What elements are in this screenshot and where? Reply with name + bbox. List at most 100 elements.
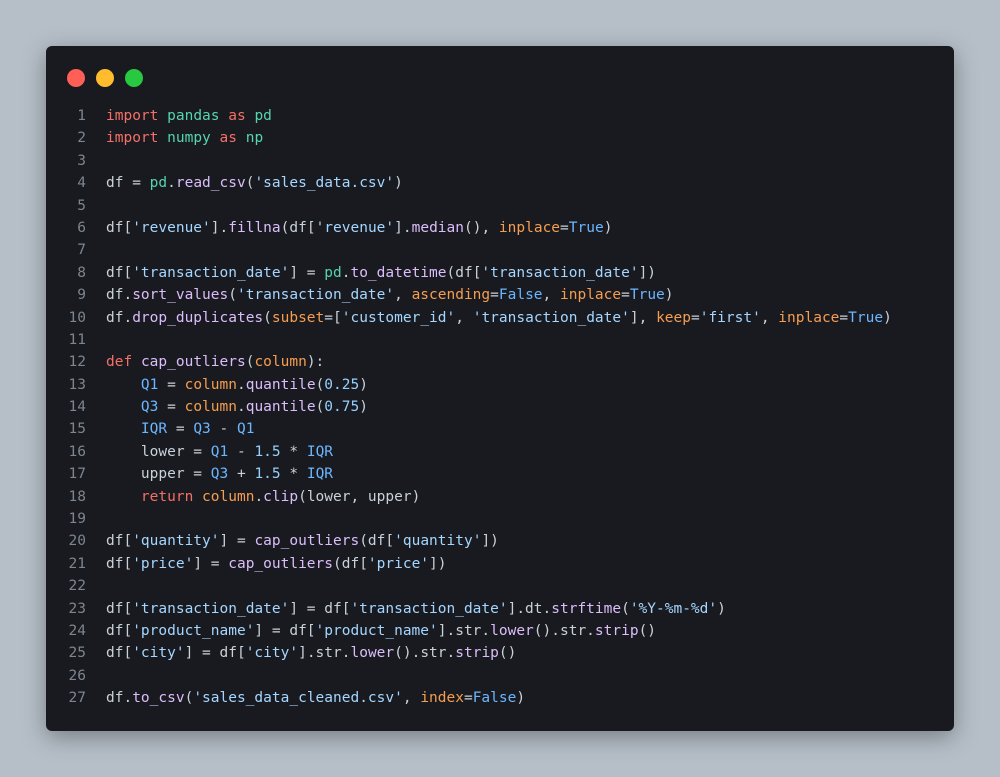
code-token: (	[263, 309, 272, 326]
code-token: =	[158, 399, 185, 416]
code-token: =[	[324, 309, 342, 326]
code-token: (lower, upper)	[298, 488, 421, 505]
code-token: 'transaction_date'	[132, 600, 290, 617]
code-token: df[	[106, 600, 133, 617]
code-token: Q3	[140, 399, 159, 416]
code-token: df.	[106, 309, 133, 326]
code-token: ):	[306, 354, 325, 371]
code-token: =	[560, 219, 569, 236]
code-token: (	[315, 399, 325, 416]
code-token: )	[516, 690, 526, 707]
code-token: =	[621, 287, 630, 304]
code-token: read_csv	[175, 175, 246, 192]
line-number: 3	[77, 152, 86, 169]
code-line: 13 Q1 = column.quantile(0.25)	[46, 374, 954, 396]
code-token: pd	[324, 264, 342, 281]
code-token: subset	[271, 309, 325, 326]
code-token: numpy	[167, 130, 211, 147]
code-token: ,	[402, 690, 421, 707]
code-token: 'price'	[367, 555, 430, 572]
code-line: 2 import numpy as np	[46, 127, 954, 149]
code-token: as	[228, 108, 246, 124]
code-line: 4 df = pd.read_csv('sales_data.csv')	[46, 172, 954, 194]
line-source: df.drop_duplicates(subset=['customer_id'…	[106, 307, 892, 329]
line-source: df = pd.read_csv('sales_data.csv')	[106, 172, 403, 194]
line-source: Q3 = column.quantile(0.75)	[106, 396, 368, 418]
line-number: 4	[77, 175, 86, 192]
code-token: )	[717, 600, 726, 617]
code-token: index	[420, 690, 464, 707]
code-token: ().str.	[394, 645, 456, 662]
code-token: 'transaction_date'	[472, 309, 630, 326]
code-token: )	[664, 287, 674, 304]
code-token: 'city'	[132, 645, 185, 662]
code-line: 1 import pandas as pd	[46, 105, 954, 127]
code-token: cap_outliers	[228, 555, 333, 572]
line-number: 22	[68, 578, 86, 595]
line-number: 2	[77, 130, 86, 147]
code-token: True	[568, 219, 604, 236]
code-line: 7	[46, 239, 954, 261]
code-token: )	[883, 309, 892, 326]
code-line: 22	[46, 575, 954, 597]
code-token: Q1	[140, 376, 159, 393]
code-token: '%Y-%m-%d'	[629, 600, 718, 617]
line-number: 1	[77, 108, 86, 124]
line-number: 25	[68, 645, 86, 662]
code-token: IQR	[306, 443, 334, 460]
line-source: df.to_csv('sales_data_cleaned.csv', inde…	[106, 687, 525, 709]
line-number: 17	[68, 466, 86, 483]
code-token: 'quantity'	[132, 533, 220, 550]
line-number: 6	[77, 219, 86, 236]
code-token: IQR	[306, 466, 334, 483]
code-token: keep	[656, 309, 691, 326]
line-source: df['product_name'] = df['product_name'].…	[106, 620, 656, 642]
line-number: 16	[68, 443, 86, 460]
code-token: 'product_name'	[132, 622, 255, 639]
code-token: ],	[629, 309, 657, 326]
line-number: 26	[68, 667, 86, 684]
code-token: )	[359, 399, 368, 416]
code-token: .	[236, 399, 246, 416]
line-number: 9	[77, 287, 86, 304]
code-line: 25 df['city'] = df['city'].str.lower().st…	[46, 642, 954, 664]
line-source: upper = Q3 + 1.5 * IQR	[106, 463, 333, 485]
code-token: inplace	[560, 287, 622, 304]
line-source: import pandas as pd	[106, 105, 272, 127]
code-token: *	[280, 443, 307, 460]
code-token: .	[236, 376, 246, 393]
code-token: =	[490, 287, 499, 304]
line-source: lower = Q1 - 1.5 * IQR	[106, 441, 333, 463]
code-token: (df[	[280, 219, 316, 236]
code-token: ].	[394, 219, 412, 236]
code-line: 26	[46, 665, 954, 687]
code-token: df.	[106, 287, 133, 304]
code-token: ].	[210, 219, 229, 236]
code-token: return	[140, 488, 194, 505]
code-token: 1.5	[254, 443, 281, 460]
code-line: 5	[46, 195, 954, 217]
code-token: df[	[106, 219, 133, 236]
code-token: ].str.	[298, 645, 351, 662]
code-line: 27 df.to_csv('sales_data_cleaned.csv', in…	[46, 687, 954, 709]
close-dot[interactable]	[67, 69, 85, 87]
code-token: ,	[760, 309, 779, 326]
code-token: ] =	[219, 533, 255, 550]
code-token: ] = df[	[254, 622, 316, 639]
line-number: 5	[77, 197, 86, 214]
code-token: False	[472, 690, 517, 707]
line-number: 20	[68, 533, 86, 550]
line-number: 8	[77, 264, 86, 281]
code-token: 1.5	[254, 466, 281, 483]
code-token: import	[106, 108, 159, 124]
code-token: pandas	[167, 108, 220, 124]
code-token: 'price'	[132, 555, 194, 572]
line-source: Q1 = column.quantile(0.25)	[106, 374, 368, 396]
minimize-dot[interactable]	[96, 69, 114, 87]
maximize-dot[interactable]	[125, 69, 143, 87]
code-token: pd	[149, 175, 168, 192]
code-line: 19	[46, 508, 954, 530]
